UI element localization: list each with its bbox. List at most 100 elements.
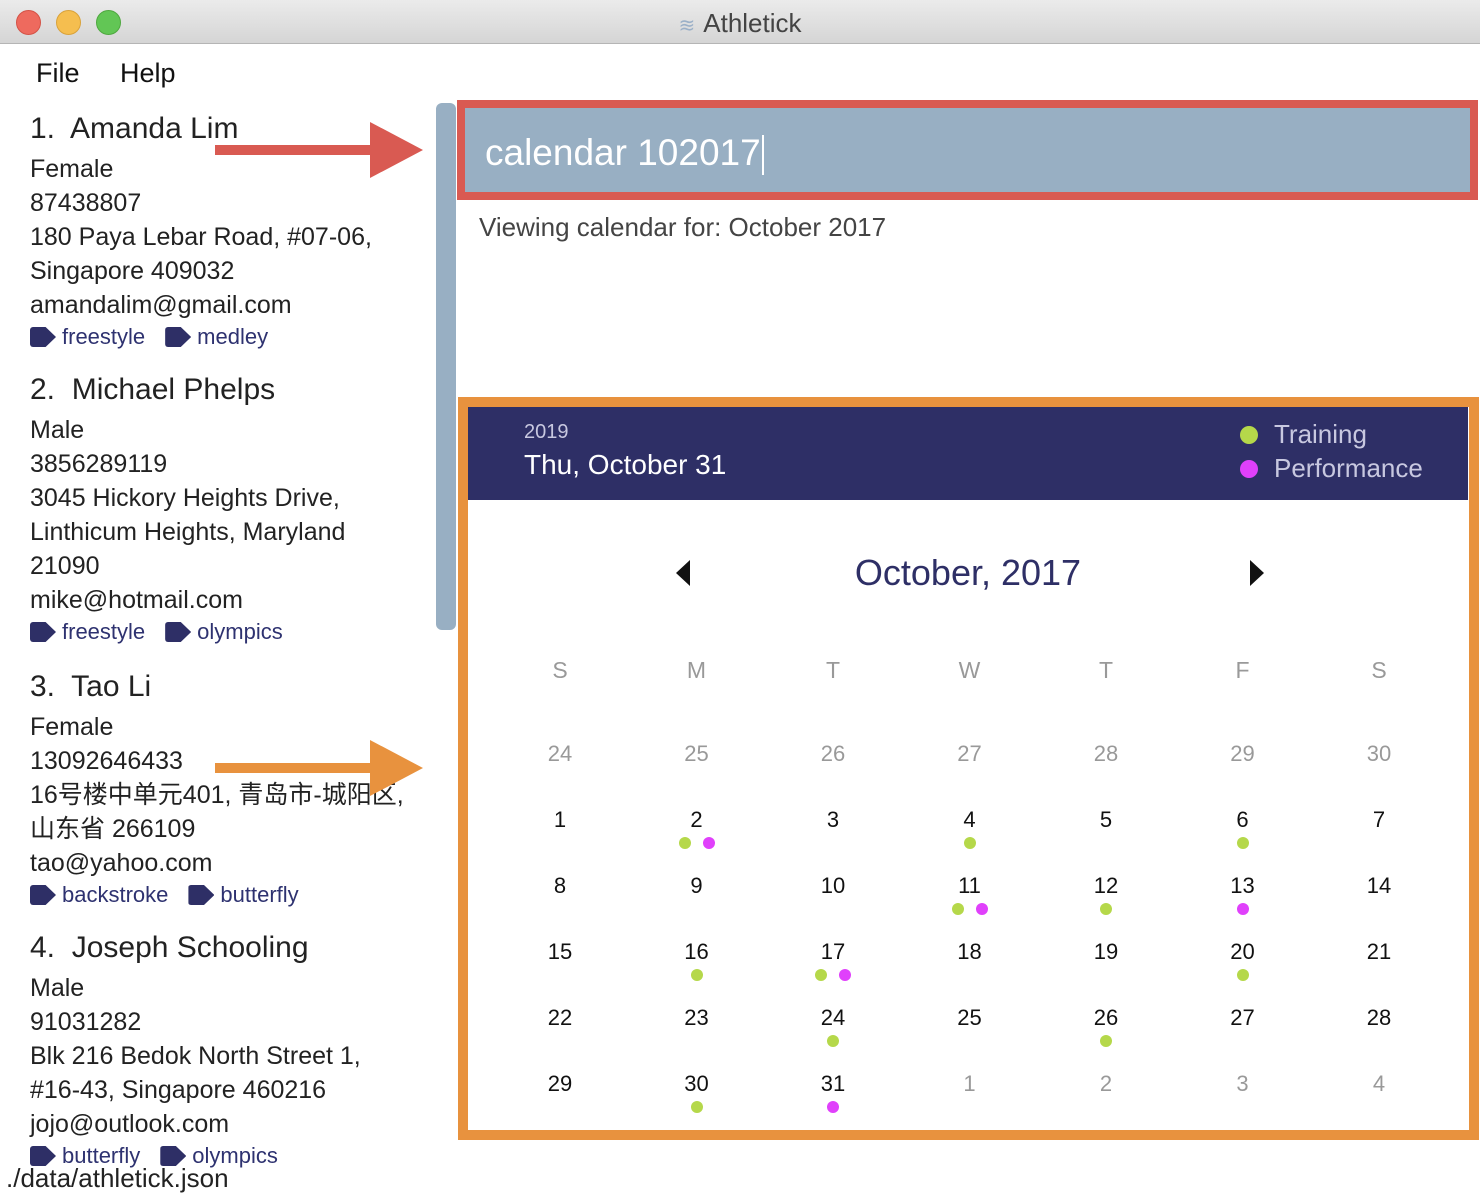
person-detail: Singapore 409032 — [30, 257, 235, 285]
calendar-day[interactable]: 15 — [530, 939, 590, 965]
calendar-day[interactable]: 25 — [940, 1005, 1000, 1031]
calendar-day[interactable]: 31 — [803, 1071, 863, 1097]
calendar-day[interactable]: 28 — [1349, 1005, 1409, 1031]
person-detail: Linthicum Heights, Maryland — [30, 518, 346, 546]
calendar-day[interactable]: 30 — [1349, 741, 1409, 767]
person-detail: tao@yahoo.com — [30, 849, 213, 877]
calendar-day[interactable]: 10 — [803, 873, 863, 899]
calendar-day[interactable]: 13 — [1213, 873, 1273, 899]
calendar-day[interactable]: 23 — [667, 1005, 727, 1031]
weekday-header: W — [958, 657, 981, 683]
training-dot-icon — [951, 903, 964, 915]
command-input[interactable]: calendar 102017 — [485, 132, 764, 175]
calendar-day[interactable]: 11 — [940, 873, 1000, 899]
calendar-day[interactable]: 3 — [803, 807, 863, 833]
calendar-day[interactable]: 27 — [940, 741, 1000, 767]
person-detail: 87438807 — [30, 189, 142, 217]
training-dot-icon — [690, 969, 703, 981]
training-dot-icon — [1236, 969, 1249, 981]
calendar-year: 2019 — [524, 421, 569, 443]
calendar-day[interactable]: 2 — [667, 807, 727, 833]
tag: butterfly — [188, 882, 299, 908]
training-dot-icon — [1236, 837, 1249, 849]
calendar-day[interactable]: 19 — [1076, 939, 1136, 965]
menu-file[interactable]: File — [36, 58, 80, 89]
calendar-day[interactable]: 18 — [940, 939, 1000, 965]
person-name: 3. Tao Li — [30, 670, 152, 703]
person-card[interactable]: 2. Michael Phelps Male 3856289119 3045 Hick… — [30, 373, 430, 647]
calendar-day[interactable]: 24 — [530, 741, 590, 767]
performance-dot-icon — [1240, 459, 1258, 478]
command-box[interactable]: calendar 102017 — [457, 100, 1478, 200]
calendar-day[interactable]: 29 — [1213, 741, 1273, 767]
person-detail: 山东省 266109 — [30, 815, 196, 843]
calendar-day[interactable]: 21 — [1349, 939, 1409, 965]
calendar-day[interactable]: 16 — [667, 939, 727, 965]
person-detail: jojo@outlook.com — [30, 1110, 230, 1138]
training-dot-icon — [827, 1035, 839, 1047]
calendar-day[interactable]: 20 — [1213, 939, 1273, 965]
event-dots — [667, 969, 727, 981]
calendar-day[interactable]: 1 — [940, 1071, 1000, 1097]
calendar-day[interactable]: 1 — [530, 807, 590, 833]
status-bar-file-path: ./data/athletick.json — [6, 1163, 229, 1193]
legend-performance: Performance — [1240, 453, 1423, 484]
calendar-day[interactable]: 28 — [1076, 741, 1136, 767]
calendar-day[interactable]: 5 — [1076, 807, 1136, 833]
calendar-day[interactable]: 14 — [1349, 873, 1409, 899]
tag-icon — [165, 622, 192, 642]
calendar-day[interactable]: 25 — [667, 741, 727, 767]
tag-list: freestyle olympics — [30, 617, 430, 647]
calendar-day[interactable]: 29 — [530, 1071, 590, 1097]
person-detail: amandalim@gmail.com — [30, 291, 292, 319]
calendar-day[interactable]: 9 — [667, 873, 727, 899]
event-dots — [940, 837, 1000, 849]
tag: backstroke — [30, 882, 168, 908]
tag: freestyle — [30, 324, 145, 350]
person-detail: 21090 — [30, 552, 100, 580]
person-detail: Male — [30, 974, 85, 1002]
month-title: October, 2017 — [854, 552, 1082, 593]
performance-dot-icon — [839, 969, 851, 981]
calendar-day[interactable]: 3 — [1213, 1071, 1273, 1097]
event-dots — [667, 1101, 727, 1113]
person-detail: 3045 Hickory Heights Drive, — [30, 484, 340, 512]
calendar-day[interactable]: 26 — [803, 741, 863, 767]
person-detail: 3856289119 — [30, 450, 168, 478]
calendar-day[interactable]: 4 — [940, 807, 1000, 833]
calendar-day[interactable]: 6 — [1213, 807, 1273, 833]
calendar-day[interactable]: 26 — [1076, 1005, 1136, 1031]
person-card[interactable]: 4. Joseph Schooling Male 91031282 Blk 216 B… — [30, 931, 430, 1171]
event-dots — [803, 969, 863, 981]
event-dots — [940, 903, 1000, 915]
calendar-day[interactable]: 8 — [530, 873, 590, 899]
menu-help[interactable]: Help — [120, 58, 176, 89]
scrollbar[interactable] — [436, 103, 456, 630]
performance-dot-icon — [827, 1101, 839, 1113]
training-dot-icon — [690, 1101, 703, 1113]
selected-date: Thu, October 31 — [524, 449, 727, 480]
calendar-day[interactable]: 30 — [667, 1071, 727, 1097]
calendar-day[interactable]: 2 — [1076, 1071, 1136, 1097]
tag-icon — [30, 327, 56, 347]
training-dot-icon — [678, 837, 691, 849]
title-bar: ≋ Athletick — [0, 0, 1480, 44]
calendar-day[interactable]: 4 — [1349, 1071, 1409, 1097]
person-detail: Female — [30, 713, 114, 741]
training-dot-icon — [1100, 1035, 1112, 1047]
calendar-day[interactable]: 7 — [1349, 807, 1409, 833]
calendar-day[interactable]: 27 — [1213, 1005, 1273, 1031]
calendar-day[interactable]: 24 — [803, 1005, 863, 1031]
tag-icon — [30, 622, 56, 642]
event-dots — [803, 1035, 863, 1047]
calendar-day[interactable]: 22 — [530, 1005, 590, 1031]
calendar-day[interactable]: 12 — [1076, 873, 1136, 899]
tag-list: freestyle medley — [30, 322, 430, 352]
training-dot-icon — [963, 837, 976, 849]
calendar-day[interactable]: 17 — [803, 939, 863, 965]
weekday-header: S — [1371, 657, 1387, 683]
calendar-panel: 2019 Thu, October 31 Training Performanc… — [458, 397, 1479, 1140]
weekday-header: S — [552, 657, 568, 683]
tag-icon — [188, 885, 215, 905]
weekday-header: T — [825, 657, 841, 683]
